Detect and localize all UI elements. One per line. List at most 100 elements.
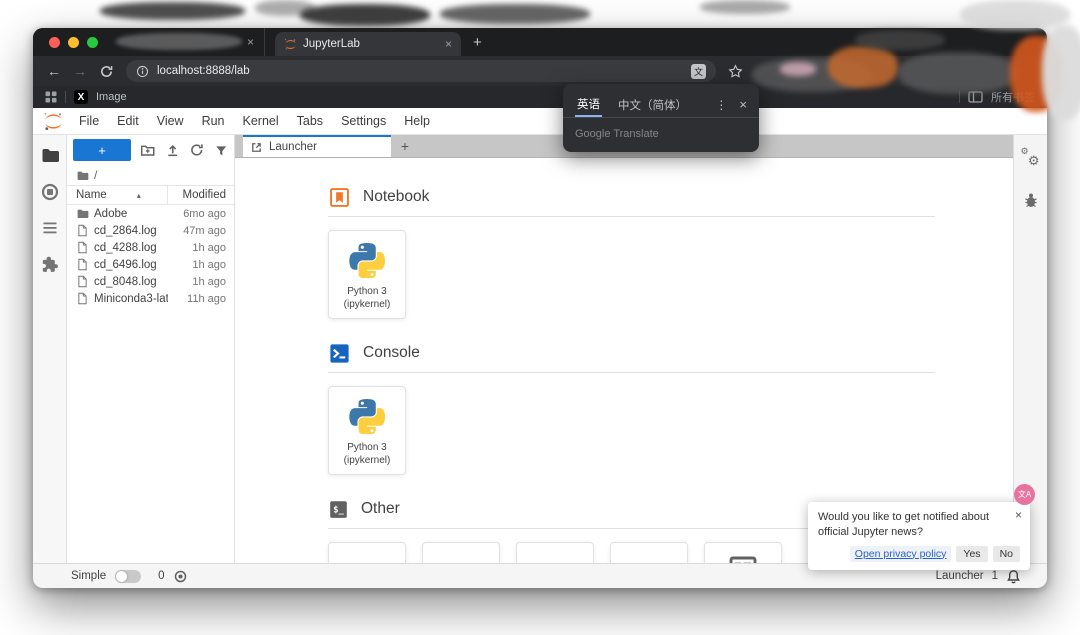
tab-launcher[interactable]: Launcher	[243, 135, 391, 157]
redaction-smudge	[1042, 25, 1080, 120]
browser-tab-redacted[interactable]: ×	[116, 28, 265, 56]
browser-tab-strip: × JupyterLab × +	[33, 28, 1047, 56]
redaction-smudge	[700, 0, 790, 14]
minimize-window-button[interactable]	[68, 36, 79, 48]
yes-button[interactable]: Yes	[956, 545, 988, 562]
translate-extension-badge[interactable]: 文A	[1014, 484, 1035, 505]
svg-text:$_: $_	[333, 505, 344, 515]
menu-tabs[interactable]: Tabs	[288, 114, 332, 128]
toggle-knob	[116, 570, 128, 582]
launcher-card-python3-notebook[interactable]: Python 3 (ipykernel)	[328, 230, 406, 319]
menu-help[interactable]: Help	[395, 114, 439, 128]
menu-kernel[interactable]: Kernel	[234, 114, 288, 128]
close-icon[interactable]: ×	[1015, 508, 1022, 522]
file-row[interactable]: Adobe 6mo ago	[67, 205, 234, 222]
file-browser-panel: + / Name ▴ Modified Adobe 6mo ago cd_286…	[67, 135, 235, 563]
launcher-card-terminal[interactable]: $_ Terminal	[328, 542, 406, 563]
redaction-smudge	[960, 0, 1070, 30]
google-translate-popup: 英语 中文（简体） ⋮ × Google Translate	[563, 84, 759, 152]
menu-run[interactable]: Run	[193, 114, 234, 128]
kebab-menu-icon[interactable]: ⋮	[715, 98, 727, 112]
python-logo-icon	[349, 242, 386, 278]
forward-button[interactable]: →	[73, 64, 87, 78]
section-title: Notebook	[363, 188, 430, 205]
window-controls	[49, 36, 98, 48]
jupyter-logo-icon	[43, 111, 64, 132]
reload-button[interactable]	[99, 64, 114, 79]
menu-file[interactable]: File	[70, 114, 108, 128]
translate-target-tab[interactable]: 中文（简体）	[618, 97, 687, 113]
debugger-bug-icon[interactable]	[1022, 191, 1040, 209]
back-button[interactable]: ←	[47, 64, 61, 78]
all-bookmarks[interactable]: 所有书签	[959, 89, 1035, 105]
bell-icon[interactable]	[1006, 569, 1021, 584]
menu-view[interactable]: View	[148, 114, 193, 128]
launcher-card-contextual-help[interactable]: Show Contextual Help	[704, 542, 782, 563]
card-row: Python 3 (ipykernel)	[328, 230, 935, 319]
apps-grid-icon[interactable]	[45, 91, 57, 103]
column-header-name[interactable]: Name ▴	[67, 186, 168, 204]
file-row[interactable]: Miniconda3-late... 11h ago	[67, 290, 234, 307]
kernel-status-icon[interactable]	[174, 570, 187, 583]
card-caption: Python 3 (ipykernel)	[343, 286, 391, 310]
jupyterlab-menu-bar: File Edit View Run Kernel Tabs Settings …	[33, 108, 1047, 135]
tab-close-icon[interactable]: ×	[445, 37, 452, 51]
extension-manager-icon[interactable]	[40, 254, 60, 274]
file-row[interactable]: cd_8048.log 1h ago	[67, 273, 234, 290]
close-window-button[interactable]	[49, 36, 60, 48]
column-header-modified[interactable]: Modified	[168, 189, 234, 201]
new-launcher-button[interactable]: +	[73, 139, 132, 161]
folder-icon	[77, 171, 89, 180]
browser-tab-jupyterlab[interactable]: JupyterLab ×	[275, 32, 461, 56]
address-bar[interactable]: localhost:8888/lab 文	[126, 60, 716, 82]
file-icon	[78, 292, 87, 305]
refresh-icon[interactable]	[189, 142, 204, 158]
tab-close-icon[interactable]: ×	[247, 35, 254, 49]
file-icon	[78, 258, 87, 271]
bookmark-star-icon[interactable]	[728, 63, 743, 79]
bookmarks-bar: X Image 所有书签	[33, 86, 1047, 108]
simple-mode-toggle[interactable]	[115, 569, 142, 583]
python-logo-icon	[349, 398, 386, 434]
file-icon	[78, 275, 87, 288]
filter-icon[interactable]	[214, 143, 229, 158]
add-tab-button[interactable]: +	[391, 135, 419, 157]
zoom-window-button[interactable]	[87, 36, 98, 48]
url-text[interactable]: localhost:8888/lab	[157, 65, 250, 77]
menu-settings[interactable]: Settings	[332, 114, 395, 128]
new-tab-button[interactable]: +	[473, 34, 482, 51]
card-row: Python 3 (ipykernel)	[328, 386, 935, 475]
translate-page-icon[interactable]: 文	[691, 63, 706, 79]
privacy-policy-link[interactable]: Open privacy policy	[849, 545, 952, 562]
site-info-icon[interactable]	[136, 65, 149, 78]
launcher-card-markdown-file[interactable]: M Markdown File	[516, 542, 594, 563]
file-browser-icon[interactable]	[40, 145, 60, 165]
menu-edit[interactable]: Edit	[108, 114, 148, 128]
launcher-card-text-file[interactable]: Text File	[422, 542, 500, 563]
close-icon[interactable]: ×	[739, 97, 747, 112]
jupyter-favicon-icon	[285, 38, 296, 50]
running-kernels-icon[interactable]	[40, 182, 60, 202]
redaction-smudge	[100, 2, 245, 20]
no-button[interactable]: No	[992, 545, 1020, 562]
file-row[interactable]: cd_2864.log 47m ago	[67, 222, 234, 239]
table-of-contents-icon[interactable]	[41, 219, 59, 237]
launcher-section-console: Console Python 3 (ipykernel)	[328, 340, 935, 475]
left-activity-bar	[33, 135, 67, 563]
breadcrumb[interactable]: /	[67, 165, 234, 185]
launcher-card-python3-console[interactable]: Python 3 (ipykernel)	[328, 386, 406, 475]
notification-message: Would you like to get notified about off…	[818, 511, 990, 538]
bookmark-item-image[interactable]: Image	[96, 91, 127, 103]
property-inspector-icon[interactable]: ⚙ ⚙	[1021, 147, 1041, 168]
file-icon	[78, 224, 87, 237]
breadcrumb-root[interactable]: /	[94, 168, 97, 182]
new-folder-icon[interactable]	[140, 142, 155, 158]
file-row[interactable]: cd_6496.log 1h ago	[67, 256, 234, 273]
translate-source-tab[interactable]: 英语	[575, 92, 602, 117]
file-row[interactable]: cd_4288.log 1h ago	[67, 239, 234, 256]
launcher-icon	[252, 142, 261, 152]
launcher-card-python-file[interactable]: Python File	[610, 542, 688, 563]
notebook-icon	[330, 187, 349, 207]
upload-icon[interactable]	[165, 142, 180, 158]
divider	[65, 91, 66, 103]
